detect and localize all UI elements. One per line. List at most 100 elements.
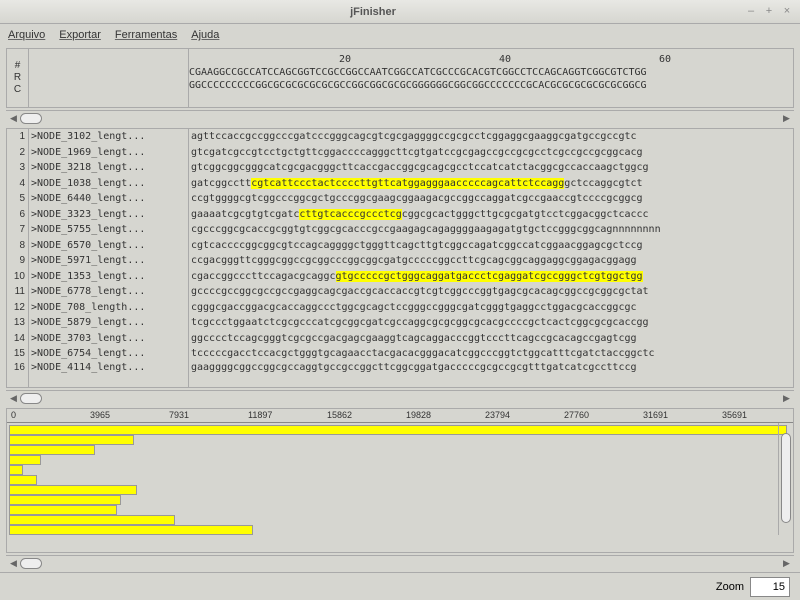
coverage-bar[interactable] — [9, 515, 175, 525]
r-label: R — [14, 72, 21, 84]
coverage-bar[interactable] — [9, 495, 121, 505]
row-number: 4 — [7, 176, 25, 192]
sequence-row[interactable]: ccgacgggttcgggcggccgcggcccggcggcgatgcccc… — [189, 253, 793, 269]
sequence-row[interactable]: cgtcaccccggcggcgtccagcaggggctgggttcagctt… — [189, 238, 793, 254]
close-button[interactable]: × — [780, 5, 794, 19]
coverage-bar[interactable] — [9, 505, 117, 515]
sequence-row[interactable]: cgcccggcgcaccgcggtgtcggcgcacccgccgaagagc… — [189, 222, 793, 238]
node-name[interactable]: >NODE_6440_lengt... — [29, 191, 188, 207]
node-name[interactable]: >NODE_5879_lengt... — [29, 315, 188, 331]
sequence-row[interactable]: gatcggccttcgtcattccctactccccttgttcatggag… — [189, 176, 793, 192]
scroll-right-icon[interactable]: ▶ — [781, 558, 792, 569]
node-name[interactable]: >NODE_5755_lengt... — [29, 222, 188, 238]
node-name[interactable]: >NODE_708_length... — [29, 300, 188, 316]
axis-tick: 31691 — [643, 410, 668, 420]
coverage-vscroll[interactable] — [778, 423, 793, 535]
row-number: 6 — [7, 207, 25, 223]
node-name[interactable]: >NODE_3218_lengt... — [29, 160, 188, 176]
titlebar: jFinisher – + × — [0, 0, 800, 24]
sequence-row[interactable]: ccgtggggcgtcggcccggcgctgcccggcgaagcggaag… — [189, 191, 793, 207]
statusbar: Zoom — [0, 572, 800, 600]
node-name[interactable]: >NODE_3323_lengt... — [29, 207, 188, 223]
node-name[interactable]: >NODE_1038_lengt... — [29, 176, 188, 192]
zoom-input[interactable] — [750, 577, 790, 597]
axis-tick: 0 — [11, 410, 16, 420]
tick-40: 40 — [499, 53, 511, 66]
scroll-thumb[interactable] — [20, 558, 42, 569]
row-number: 9 — [7, 253, 25, 269]
sequence-row[interactable]: cgggcgaccggacgcaccaggccctggcgcagctccgggc… — [189, 300, 793, 316]
row-number: 3 — [7, 160, 25, 176]
coverage-bar[interactable] — [9, 475, 37, 485]
scroll-thumb[interactable] — [20, 113, 42, 124]
node-name[interactable]: >NODE_1969_lengt... — [29, 145, 188, 161]
coverage-hscroll[interactable]: ◀ ▶ — [6, 555, 794, 571]
sequence-row[interactable]: gccccgccggcgccgccgaggcagcgaccgcaccaccgtc… — [189, 284, 793, 300]
node-name[interactable]: >NODE_6778_lengt... — [29, 284, 188, 300]
node-name-col: >NODE_3102_lengt...>NODE_1969_lengt...>N… — [29, 129, 189, 387]
node-name[interactable]: >NODE_6754_lengt... — [29, 346, 188, 362]
coverage-bars — [7, 423, 793, 535]
coverage-bar[interactable] — [9, 465, 23, 475]
window-title: jFinisher — [6, 6, 740, 18]
node-name[interactable]: >NODE_5971_lengt... — [29, 253, 188, 269]
row-number-col: 12345678910111213141516 — [7, 129, 29, 387]
sequence-row[interactable]: ggcccctccagcgggtcgcgccgacgagcgaaggtcagca… — [189, 331, 793, 347]
menu-help[interactable]: Ajuda — [191, 29, 219, 41]
axis-tick: 35691 — [722, 410, 747, 420]
axis-tick: 7931 — [169, 410, 189, 420]
ref-c-seq: GGCCCCCCCCCGGCGCGCGCGCGCGCCGGCGGCGCGCGGG… — [189, 79, 793, 92]
row-number: 12 — [7, 300, 25, 316]
highlighted-region[interactable]: gtgcccccgctgggcaggatgaccctcgaggatcgccggg… — [336, 271, 643, 282]
scroll-right-icon[interactable]: ▶ — [781, 113, 792, 124]
menu-export[interactable]: Exportar — [59, 29, 101, 41]
maximize-button[interactable]: + — [762, 5, 776, 19]
minimize-button[interactable]: – — [744, 5, 758, 19]
row-number: 14 — [7, 331, 25, 347]
sequence-row[interactable]: tcgccctggaatctcgcgcccatcgcggcgatcgccaggc… — [189, 315, 793, 331]
ref-meta-col — [29, 49, 189, 107]
scroll-left-icon[interactable]: ◀ — [8, 393, 19, 404]
sequence-col[interactable]: agttccaccgccggcccgatcccgggcagcgtcgcgaggg… — [189, 129, 793, 387]
coverage-bar[interactable] — [9, 455, 41, 465]
coverage-panel: 0396579311189715862198282379427760316913… — [6, 408, 794, 553]
coverage-axis: 0396579311189715862198282379427760316913… — [7, 409, 793, 423]
coverage-bar[interactable] — [9, 445, 95, 455]
hash-label: # — [15, 60, 21, 72]
coverage-bar[interactable] — [9, 485, 137, 495]
sequence-row[interactable]: gtcggcggcgggcatcgcgacgggcttcaccgaccggcgc… — [189, 160, 793, 176]
sequence-row[interactable]: tcccccgacctccacgctgggtgcagaacctacgacacgg… — [189, 346, 793, 362]
coverage-bar[interactable] — [9, 435, 134, 445]
node-name[interactable]: >NODE_3703_lengt... — [29, 331, 188, 347]
menubar: Arquivo Exportar Ferramentas Ajuda — [0, 24, 800, 46]
node-name[interactable]: >NODE_4114_lengt... — [29, 362, 188, 374]
ref-r-seq: CGAAGGCCGCCATCCAGCGGTCCGCCGGCCAATCGGCCAT… — [189, 66, 793, 79]
axis-tick: 15862 — [327, 410, 352, 420]
sequence-row[interactable]: gaaaatcgcgtgtcgatccttgtcacccgccctcgcggcg… — [189, 207, 793, 223]
sequence-row[interactable]: agttccaccgccggcccgatcccgggcagcgtcgcgaggg… — [189, 129, 793, 145]
sequence-row[interactable]: cgaccggcccttccagacgcaggcgtgcccccgctgggca… — [189, 269, 793, 285]
highlighted-region[interactable]: cttgtcacccgccctcg — [299, 209, 401, 220]
menu-tools[interactable]: Ferramentas — [115, 29, 177, 41]
node-name[interactable]: >NODE_6570_lengt... — [29, 238, 188, 254]
coverage-bar[interactable] — [9, 525, 253, 535]
sequence-row[interactable]: gaaggggcggccggcgccaggtgccgccggcttcggcgga… — [189, 362, 793, 374]
sequence-row[interactable]: gtcgatcgccgtcctgctgttcggaccccagggcttcgtg… — [189, 145, 793, 161]
axis-tick: 3965 — [90, 410, 110, 420]
scroll-right-icon[interactable]: ▶ — [781, 393, 792, 404]
ref-hscroll[interactable]: ◀ ▶ — [6, 110, 794, 126]
ref-row-labels: # R C — [7, 49, 29, 107]
scroll-thumb[interactable] — [20, 393, 42, 404]
node-name[interactable]: >NODE_1353_lengt... — [29, 269, 188, 285]
tick-20: 20 — [339, 53, 351, 66]
node-name[interactable]: >NODE_3102_lengt... — [29, 129, 188, 145]
row-number: 16 — [7, 362, 25, 374]
align-hscroll[interactable]: ◀ ▶ — [6, 390, 794, 406]
coverage-bar[interactable] — [9, 425, 787, 435]
highlighted-region[interactable]: cgtcattccctactccccttgttcatggagggaaccccca… — [251, 178, 564, 189]
scroll-left-icon[interactable]: ◀ — [8, 113, 19, 124]
zoom-label: Zoom — [716, 581, 744, 593]
scroll-left-icon[interactable]: ◀ — [8, 558, 19, 569]
menu-file[interactable]: Arquivo — [8, 29, 45, 41]
vscroll-thumb[interactable] — [781, 433, 791, 523]
